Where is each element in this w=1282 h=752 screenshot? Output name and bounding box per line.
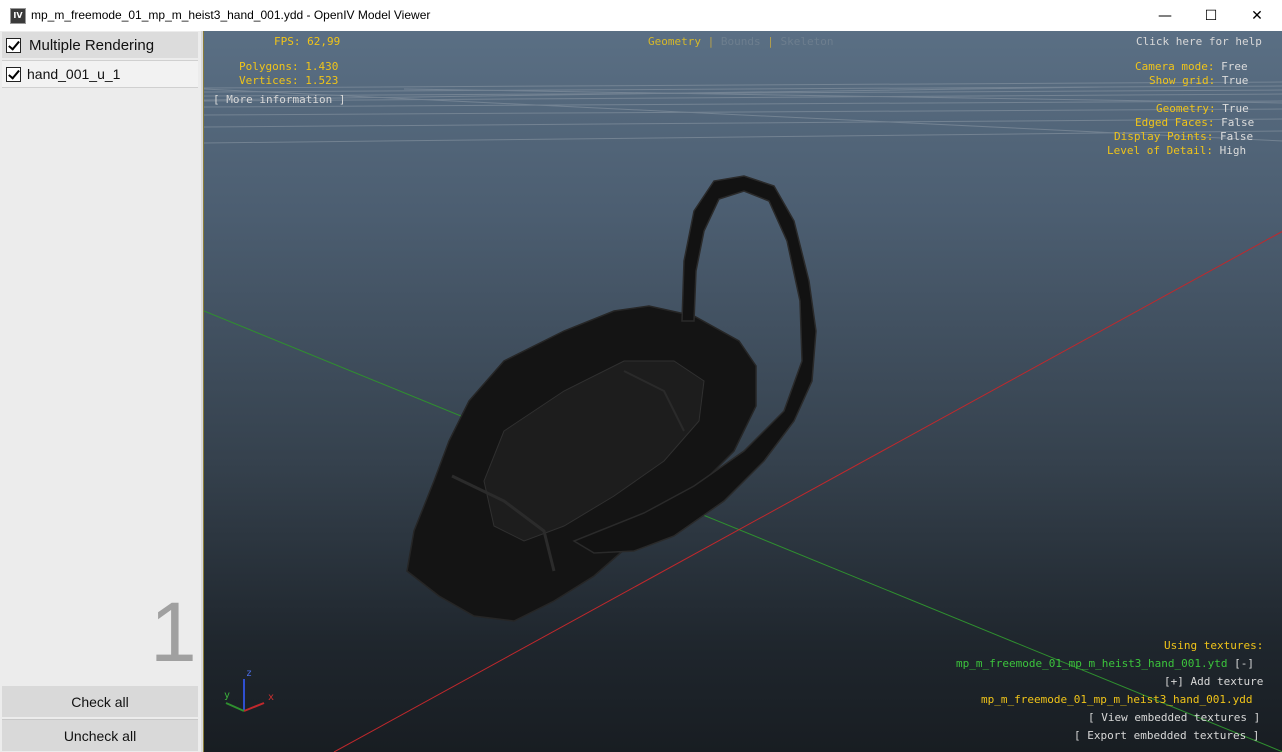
ytd-file-name[interactable]: mp_m_freemode_01_mp_m_heist3_hand_001.yt… bbox=[956, 657, 1228, 670]
vertices-value: 1.523 bbox=[305, 74, 339, 87]
edged-faces-value: False bbox=[1221, 116, 1255, 129]
camera-mode-setting[interactable]: Camera mode: Free bbox=[1135, 60, 1248, 74]
display-points-setting[interactable]: Display Points: False bbox=[1114, 130, 1253, 144]
gizmo-z-label: z bbox=[246, 668, 253, 679]
model-name-label: hand_001_u_1 bbox=[27, 66, 121, 82]
polygons-label: Polygons: bbox=[239, 60, 299, 73]
uncheck-all-button[interactable]: Uncheck all bbox=[2, 719, 198, 751]
geometry-label: Geometry: bbox=[1156, 102, 1216, 115]
openiv-app-icon: IV bbox=[10, 8, 26, 24]
level-of-detail-label: Level of Detail: bbox=[1107, 144, 1213, 157]
window-title: mp_m_freemode_01_mp_m_heist3_hand_001.yd… bbox=[31, 8, 431, 22]
display-points-value: False bbox=[1219, 130, 1254, 143]
tab-geometry[interactable]: Geometry bbox=[648, 35, 701, 48]
geometry-setting[interactable]: Geometry: True bbox=[1156, 102, 1249, 116]
minimize-button[interactable]: — bbox=[1142, 0, 1188, 31]
list-item[interactable]: hand_001_u_1 bbox=[2, 60, 198, 88]
model-count: 1 bbox=[150, 585, 197, 679]
multiple-rendering-toggle[interactable]: Multiple Rendering bbox=[2, 32, 198, 58]
level-of-detail-value: High bbox=[1219, 144, 1247, 157]
show-grid-setting[interactable]: Show grid: True bbox=[1149, 74, 1248, 88]
show-grid-label: Show grid: bbox=[1149, 74, 1216, 87]
polygons-readout: Polygons: 1.430 bbox=[239, 60, 338, 74]
ytd-toggle[interactable]: [-] bbox=[1234, 657, 1254, 670]
render-mode-tabs: Geometry | Bounds | Skeleton bbox=[648, 35, 833, 48]
gizmo-y-label: y bbox=[224, 690, 231, 701]
model-list-panel: Multiple Rendering hand_001_u_1 1 Check … bbox=[0, 31, 203, 752]
show-grid-value: True bbox=[1221, 74, 1249, 87]
camera-mode-label: Camera mode: bbox=[1135, 60, 1215, 73]
axis-gizmo bbox=[225, 679, 265, 712]
view-embedded-textures-link[interactable]: [ View embedded textures ] bbox=[1088, 711, 1260, 725]
fps-label: FPS: bbox=[274, 35, 301, 48]
polygons-value: 1.430 bbox=[305, 60, 339, 73]
bag-model bbox=[406, 175, 817, 622]
maximize-button[interactable]: ☐ bbox=[1188, 0, 1234, 31]
fps-value: 62,99 bbox=[307, 35, 341, 48]
add-texture-link[interactable]: [+] Add texture bbox=[1164, 675, 1263, 689]
display-points-label: Display Points: bbox=[1114, 130, 1214, 143]
help-link[interactable]: Click here for help bbox=[1136, 35, 1262, 49]
vertices-label: Vertices: bbox=[239, 74, 299, 87]
level-of-detail-setting[interactable]: Level of Detail: High bbox=[1107, 144, 1246, 158]
gizmo-x-label: x bbox=[268, 692, 275, 703]
multiple-rendering-checkbox[interactable] bbox=[6, 37, 21, 53]
3d-viewport[interactable]: FPS: 62,99 Polygons: 1.430 Vertices: 1.5… bbox=[203, 31, 1282, 752]
tab-bounds[interactable]: Bounds bbox=[721, 35, 761, 48]
more-information-link[interactable]: [ More information ] bbox=[213, 93, 345, 107]
using-textures-heading: Using textures: bbox=[1164, 639, 1264, 652]
title-bar: IV mp_m_freemode_01_mp_m_heist3_hand_001… bbox=[0, 0, 1282, 32]
ytd-texture-entry[interactable]: mp_m_freemode_01_mp_m_heist3_hand_001.yt… bbox=[956, 657, 1254, 671]
multiple-rendering-label: Multiple Rendering bbox=[29, 36, 155, 54]
model-checkbox[interactable] bbox=[6, 66, 21, 82]
tab-separator: | bbox=[707, 35, 715, 48]
check-all-button[interactable]: Check all bbox=[2, 686, 198, 717]
tab-skeleton[interactable]: Skeleton bbox=[780, 35, 833, 48]
vertices-readout: Vertices: 1.523 bbox=[239, 74, 338, 88]
tab-separator: | bbox=[767, 35, 774, 48]
geometry-value: True bbox=[1222, 102, 1249, 115]
close-button[interactable]: ✕ bbox=[1234, 0, 1280, 31]
fps-readout: FPS: 62,99 bbox=[274, 35, 340, 49]
export-embedded-textures-link[interactable]: [ Export embedded textures ] bbox=[1074, 729, 1259, 743]
ydd-file-name[interactable]: mp_m_freemode_01_mp_m_heist3_hand_001.yd… bbox=[981, 693, 1253, 707]
camera-mode-value: Free bbox=[1221, 60, 1248, 73]
edged-faces-setting[interactable]: Edged Faces: False bbox=[1135, 116, 1254, 130]
edged-faces-label: Edged Faces: bbox=[1135, 116, 1215, 129]
